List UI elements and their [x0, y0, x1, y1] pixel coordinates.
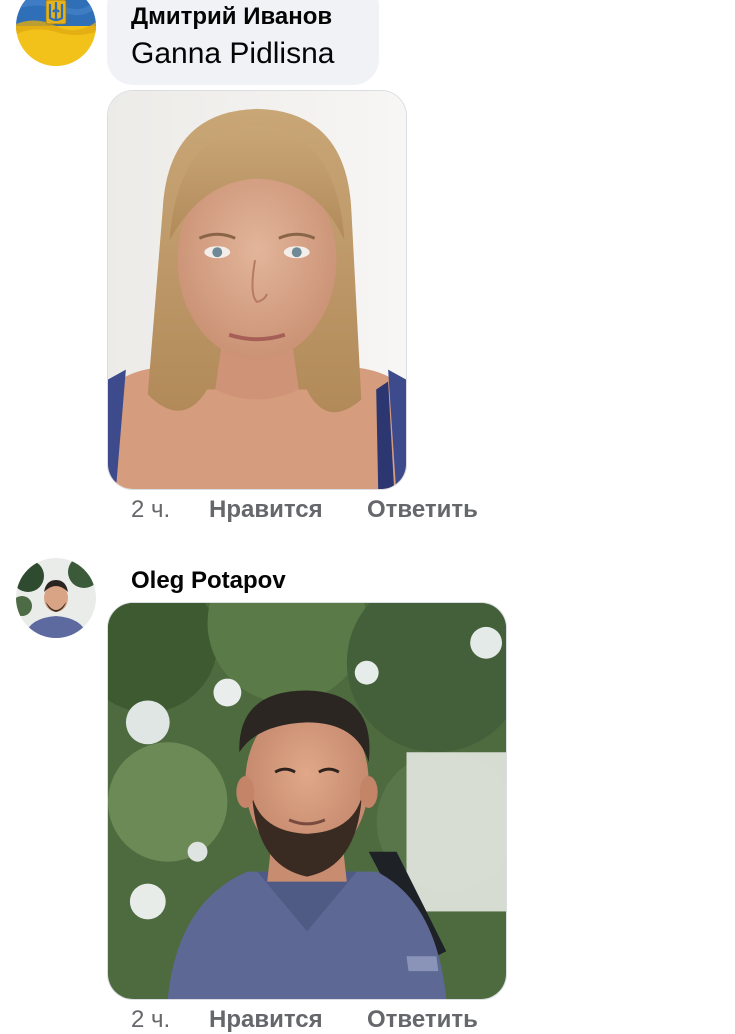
comment-timestamp[interactable]: 2 ч.	[131, 496, 209, 524]
comment-author-name[interactable]: Дмитрий Иванов	[131, 3, 332, 31]
comment-actions: 2 ч. Нравится Ответить	[131, 1006, 478, 1034]
comment-timestamp[interactable]: 2 ч.	[131, 1006, 209, 1034]
commenter-avatar[interactable]	[16, 0, 96, 66]
reply-button[interactable]: Ответить	[367, 1006, 478, 1034]
ukraine-flag-trident-icon	[16, 0, 96, 66]
woman-portrait-photo	[108, 91, 406, 489]
comment-photo-attachment[interactable]	[107, 602, 507, 1000]
like-button[interactable]: Нравится	[209, 496, 367, 524]
comment-author-name[interactable]: Oleg Potapov	[131, 567, 286, 595]
reply-button[interactable]: Ответить	[367, 496, 478, 524]
man-portrait-photo	[108, 603, 506, 999]
man-portrait-icon	[16, 558, 96, 638]
comment-photo-attachment[interactable]	[107, 90, 407, 490]
commenter-avatar[interactable]	[16, 558, 96, 638]
comment-text-tag[interactable]: Ganna Pidlisna	[131, 37, 334, 71]
like-button[interactable]: Нравится	[209, 1006, 367, 1034]
comment-actions: 2 ч. Нравится Ответить	[131, 496, 478, 524]
comments-thread: Дмитрий Иванов Ganna Pidlisna 2 ч. Нрави…	[0, 0, 735, 1034]
